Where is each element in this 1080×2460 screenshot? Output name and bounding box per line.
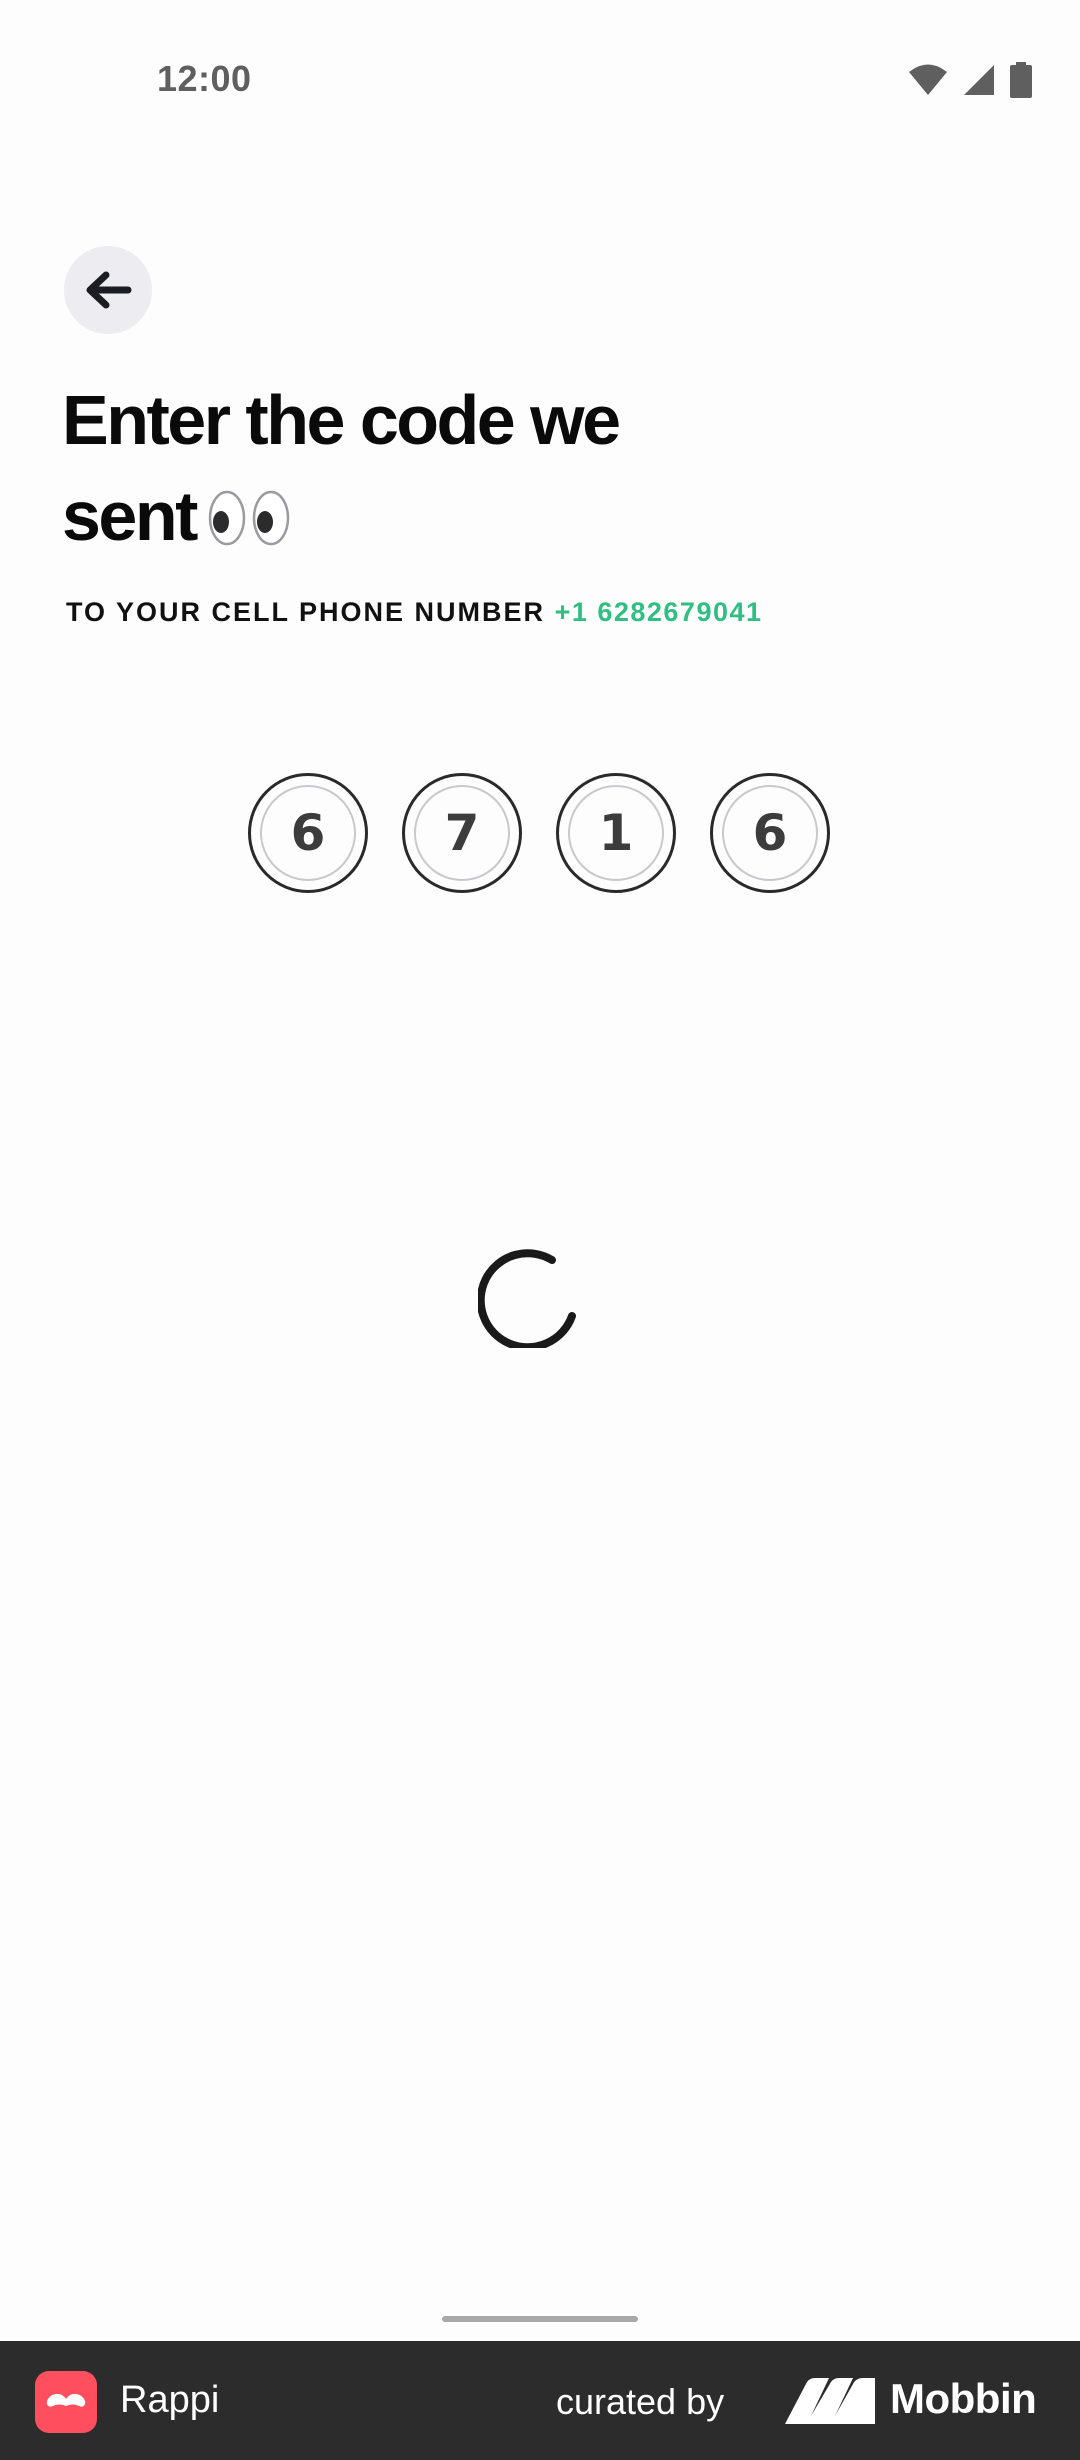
spinner-icon [478, 1249, 576, 1348]
eye-icon-right [252, 490, 290, 546]
mobbin-brand: Mobbin [890, 2375, 1037, 2422]
code-digit-4-value: 6 [722, 785, 818, 881]
title-line-2-text: sent [62, 477, 198, 555]
eyes-emoji [208, 490, 290, 546]
footer-bar: Rappi curated by Mobbin [0, 2341, 1080, 2460]
code-digit-3[interactable]: 1 [556, 773, 676, 893]
status-time: 12:00 [157, 58, 252, 99]
code-digit-2-value: 7 [414, 785, 510, 881]
mustache-icon [46, 2393, 86, 2407]
status-icons [908, 62, 1032, 98]
page-title: Enter the code we sent [62, 372, 782, 564]
battery-icon [1010, 62, 1032, 98]
code-digit-1-value: 6 [260, 785, 356, 881]
code-digit-2[interactable]: 7 [402, 773, 522, 893]
code-digit-1[interactable]: 6 [248, 773, 368, 893]
subtitle: TO YOUR CELL PHONE NUMBER +1 6282679041 [66, 597, 763, 628]
code-digit-4[interactable]: 6 [710, 773, 830, 893]
title-line-2: sent [62, 468, 782, 564]
wifi-icon [909, 64, 947, 95]
back-button[interactable] [64, 246, 152, 334]
curated-by-label: curated by [556, 2381, 725, 2422]
app-icon [35, 2371, 97, 2433]
phone-number: +1 6282679041 [554, 597, 763, 627]
subtitle-text: TO YOUR CELL PHONE NUMBER [66, 597, 546, 627]
app-name: Rappi [120, 2379, 220, 2421]
cellular-signal-icon [964, 65, 994, 95]
eye-icon-left [208, 490, 246, 546]
status-bar: 12:00 [0, 0, 1080, 160]
home-indicator[interactable] [442, 2316, 638, 2322]
title-line-1: Enter the code we [62, 381, 621, 459]
code-digit-3-value: 1 [568, 785, 664, 881]
verification-code-input[interactable]: 6 7 1 6 [248, 773, 830, 893]
arrow-left-icon [86, 271, 132, 309]
mobbin-logo-icon [785, 2378, 875, 2424]
